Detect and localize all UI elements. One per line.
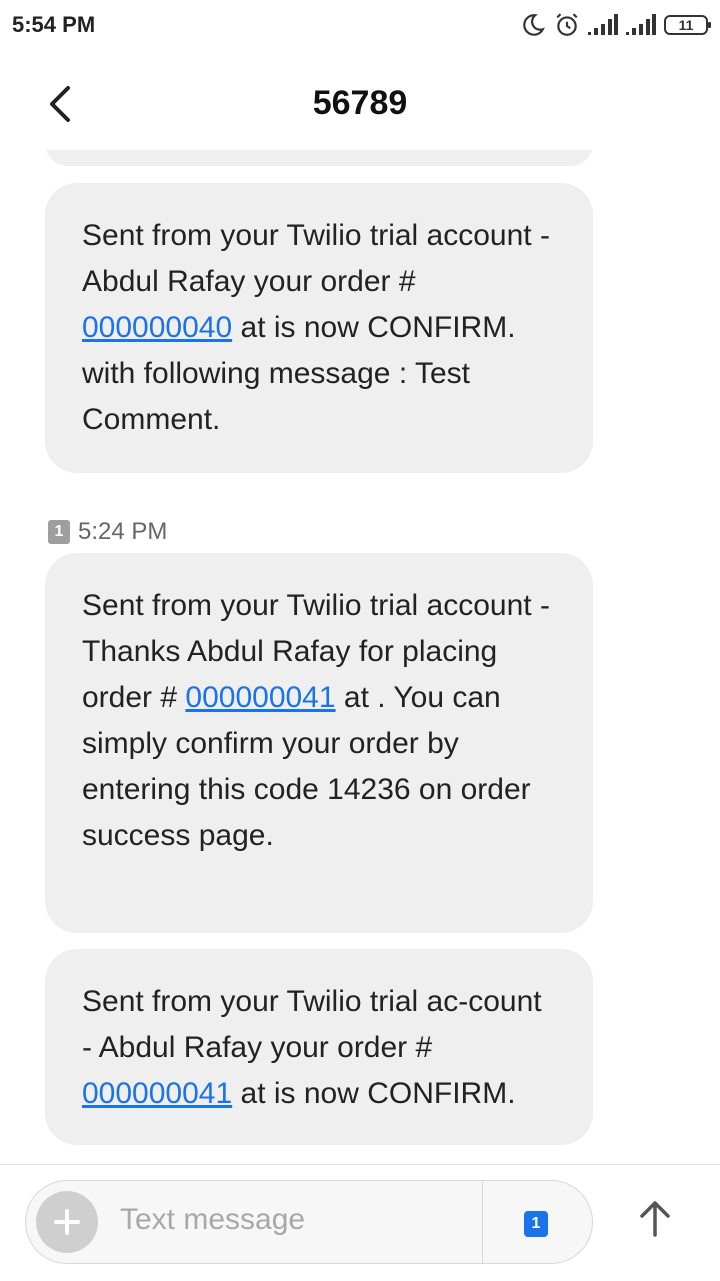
moon-icon: [520, 12, 546, 38]
divider: [482, 1181, 483, 1263]
order-link[interactable]: 000000041: [82, 1077, 232, 1110]
message-bubble[interactable]: Sent from your Twilio trial account - Th…: [45, 553, 593, 933]
sim-select-button[interactable]: 1: [524, 1211, 548, 1237]
message-input[interactable]: Text message: [120, 1203, 305, 1237]
message-text: Sent from your Twilio trial ac-count - A…: [82, 985, 542, 1064]
status-bar: 5:54 PM 11: [0, 0, 720, 50]
status-icons: 11: [520, 10, 711, 40]
sim-badge-icon: 1: [48, 520, 70, 544]
attach-button[interactable]: [36, 1191, 98, 1253]
conversation-header: 56789: [0, 60, 720, 150]
conversation-title: 56789: [312, 84, 408, 122]
order-link[interactable]: 000000041: [185, 681, 335, 714]
message-thread[interactable]: Sent from your Twilio trial account - Ab…: [0, 150, 720, 1164]
arrow-up-icon: [640, 1201, 670, 1237]
signal-icon: [588, 14, 618, 36]
timestamp-text: 5:24 PM: [78, 518, 168, 545]
order-link[interactable]: 000000040: [82, 311, 232, 344]
message-input-container[interactable]: Text message 1: [25, 1180, 593, 1264]
alarm-icon: [554, 12, 580, 38]
message-bubble-partial: [45, 150, 593, 166]
plus-icon: [54, 1209, 80, 1235]
message-bubble[interactable]: Sent from your Twilio trial account - Ab…: [45, 183, 593, 473]
battery-icon: 11: [664, 15, 711, 35]
composer-bar: Text message 1: [0, 1164, 720, 1281]
send-button[interactable]: [630, 1193, 680, 1243]
message-timestamp: 1 5:24 PM: [48, 518, 167, 546]
signal-icon: [626, 14, 656, 36]
status-time: 5:54 PM: [12, 12, 96, 37]
message-bubble[interactable]: Sent from your Twilio trial ac-count - A…: [45, 949, 593, 1145]
message-text: at is now CONFIRM.: [232, 1077, 516, 1110]
message-text: Sent from your Twilio trial account - Ab…: [82, 219, 550, 298]
